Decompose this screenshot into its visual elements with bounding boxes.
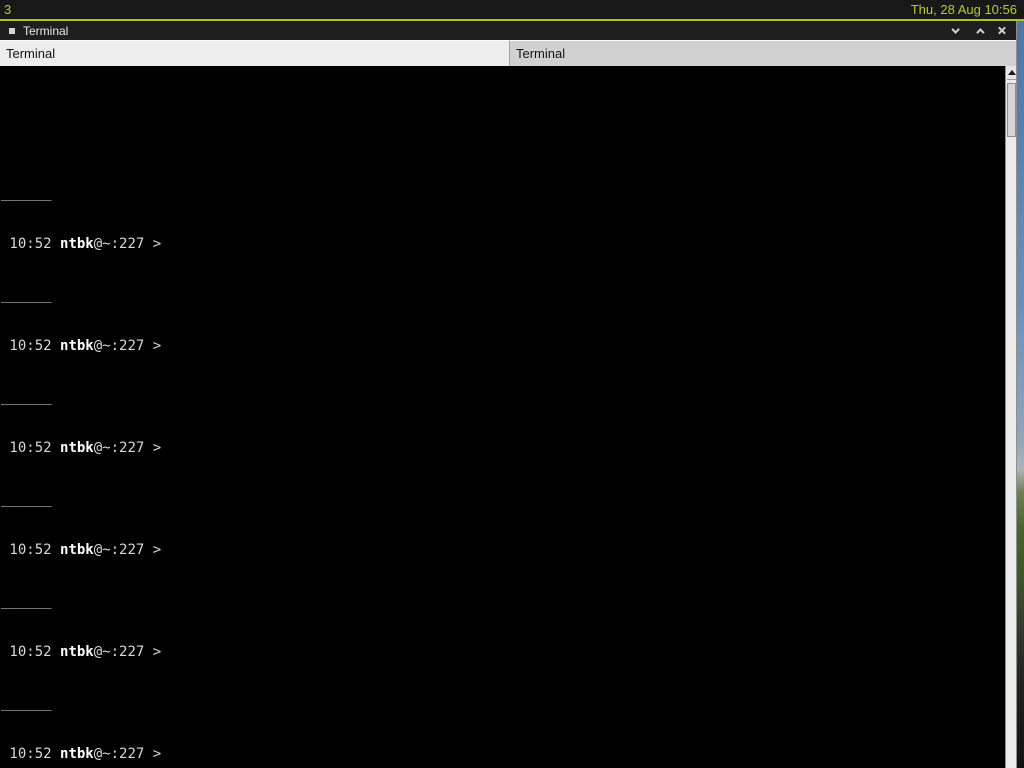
scroll-up-arrow-icon — [1008, 70, 1016, 75]
prompt-suffix: @~:227 > — [93, 644, 170, 660]
prompt-suffix: @~:227 > — [93, 746, 170, 762]
window-controls — [946, 23, 1017, 39]
prompt-suffix: @~:227 > — [93, 236, 170, 252]
prompt-block: ______ 10:52 ntbk@~:227 > — [1, 100, 1005, 252]
prompt-time: 10:52 — [1, 338, 61, 354]
prompt-time: 10:52 — [1, 542, 61, 558]
prompt-time: 10:52 — [1, 440, 61, 456]
minimize-icon — [951, 24, 960, 34]
close-icon — [997, 26, 1006, 35]
close-button[interactable] — [990, 23, 1012, 39]
prompt-time: 10:52 — [1, 644, 61, 660]
tab-terminal-inactive[interactable]: Terminal — [510, 40, 1017, 66]
terminal-scrollbar[interactable] — [1005, 66, 1017, 768]
terminal-screen[interactable]: ______ 10:52 ntbk@~:227 > ______ 10:52 n… — [0, 66, 1005, 768]
window-app-icon — [9, 27, 15, 34]
prompt-suffix: @~:227 > — [93, 338, 170, 354]
workspace-indicator[interactable]: 3 — [0, 0, 11, 19]
prompt-user: ntbk — [60, 338, 94, 354]
prompt-suffix: @~:227 > — [93, 440, 170, 456]
prompt-user: ntbk — [60, 644, 94, 660]
scrollbar-thumb[interactable] — [1007, 83, 1016, 137]
prompt-separator: ______ — [1, 491, 52, 507]
prompt-separator: ______ — [1, 593, 52, 609]
prompt-separator: ______ — [1, 389, 52, 405]
prompt-separator: ______ — [1, 185, 52, 201]
maximize-button[interactable] — [968, 23, 990, 39]
prompt-user: ntbk — [60, 542, 94, 558]
top-panel: 3 Thu, 28 Aug 10:56 — [0, 0, 1024, 21]
prompt-separator: ______ — [1, 287, 52, 303]
prompt-time: 10:52 — [1, 746, 61, 762]
window-title: Terminal — [23, 23, 69, 38]
terminal-tabbar: Terminal Terminal — [0, 40, 1017, 66]
prompt-separator: ______ — [1, 695, 52, 711]
desktop-wallpaper-strip — [1017, 21, 1024, 768]
blank-row — [1, 134, 1005, 151]
panel-clock: Thu, 28 Aug 10:56 — [910, 2, 1017, 17]
prompt-suffix: @~:227 > — [93, 542, 170, 558]
prompt-time: 10:52 — [1, 236, 61, 252]
maximize-icon — [976, 27, 985, 37]
minimize-button[interactable] — [946, 23, 968, 39]
window-titlebar[interactable]: Terminal — [0, 21, 1017, 40]
prompt-user: ntbk — [60, 236, 94, 252]
desktop-screen: 3 Thu, 28 Aug 10:56 Terminal Terminal Te… — [0, 0, 1024, 768]
tab-terminal-active[interactable]: Terminal — [0, 40, 510, 66]
prompt-user: ntbk — [60, 440, 94, 456]
prompt-user: ntbk — [60, 746, 94, 762]
